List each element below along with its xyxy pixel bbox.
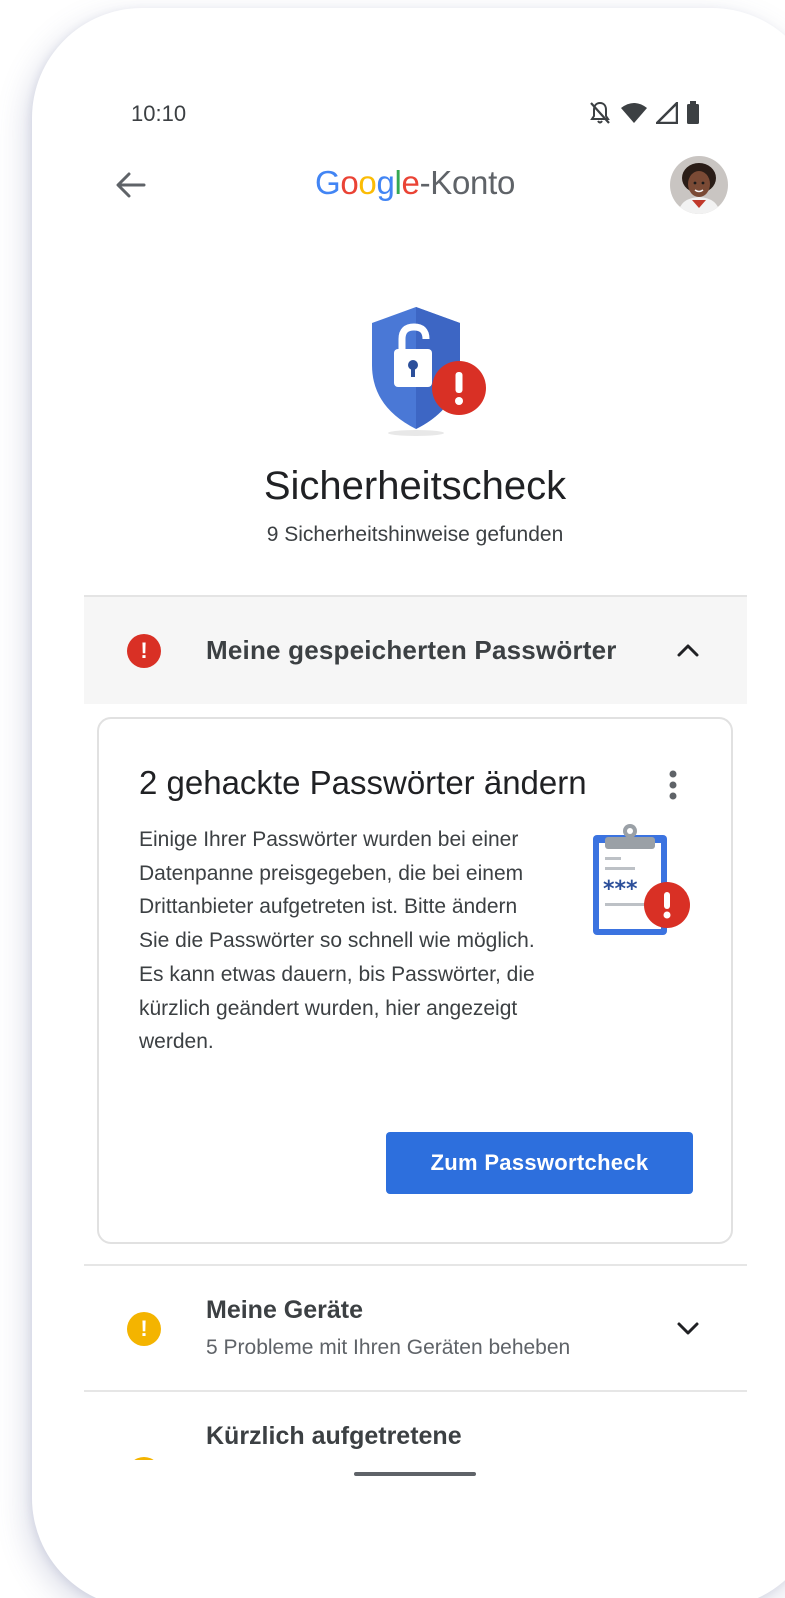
card-description: Einige Ihrer Passwörter wurden bei einer… bbox=[139, 828, 535, 1054]
page-title: Sicherheitscheck bbox=[263, 464, 567, 508]
wifi-icon bbox=[621, 103, 647, 123]
clipboard-password-alert-icon: *** bbox=[593, 824, 690, 935]
google-logo: Google bbox=[314, 164, 420, 201]
section-label: Kürzlich aufgetretene bbox=[206, 1422, 462, 1450]
chevron-up-icon[interactable] bbox=[676, 642, 700, 658]
signal-icon bbox=[656, 102, 678, 124]
password-check-button[interactable]: Zum Passwortcheck bbox=[386, 1132, 693, 1194]
section-recent-events[interactable]: Kürzlich aufgetretene bbox=[84, 1392, 747, 1460]
warning-icon: ! bbox=[127, 1312, 161, 1346]
status-icons bbox=[588, 100, 700, 126]
section-my-devices[interactable]: ! Meine Geräte 5 Probleme mit Ihren Gerä… bbox=[84, 1266, 747, 1390]
warning-icon bbox=[127, 1457, 161, 1460]
hacked-passwords-card: 2 gehackte Passwörter ändern Einige Ihre… bbox=[97, 717, 733, 1244]
section-label: Meine Geräte bbox=[206, 1296, 364, 1324]
notifications-off-icon bbox=[590, 101, 610, 124]
more-vert-icon[interactable] bbox=[661, 767, 685, 803]
status-time: 10:10 bbox=[131, 101, 187, 126]
chevron-down-icon[interactable] bbox=[676, 1321, 700, 1337]
battery-icon bbox=[687, 101, 699, 124]
section-subtitle: 5 Probleme mit Ihren Geräten beheben bbox=[206, 1336, 571, 1359]
section-label: Meine gespeicherten Passwörter bbox=[206, 635, 617, 665]
alert-icon: ! bbox=[127, 634, 161, 668]
shield-lock-alert-icon bbox=[372, 307, 486, 436]
profile-avatar[interactable] bbox=[670, 156, 728, 214]
card-title: 2 gehackte Passwörter ändern bbox=[139, 764, 587, 801]
svg-text:***: *** bbox=[603, 877, 638, 902]
app-title: Google-Konto bbox=[0, 164, 785, 202]
page-subtitle: 9 Sicherheitshinweise gefunden bbox=[266, 523, 564, 546]
section-saved-passwords[interactable]: ! Meine gespeicherten Passwörter bbox=[84, 595, 747, 704]
home-indicator[interactable] bbox=[354, 1472, 476, 1476]
app-title-suffix: -Konto bbox=[419, 164, 516, 201]
